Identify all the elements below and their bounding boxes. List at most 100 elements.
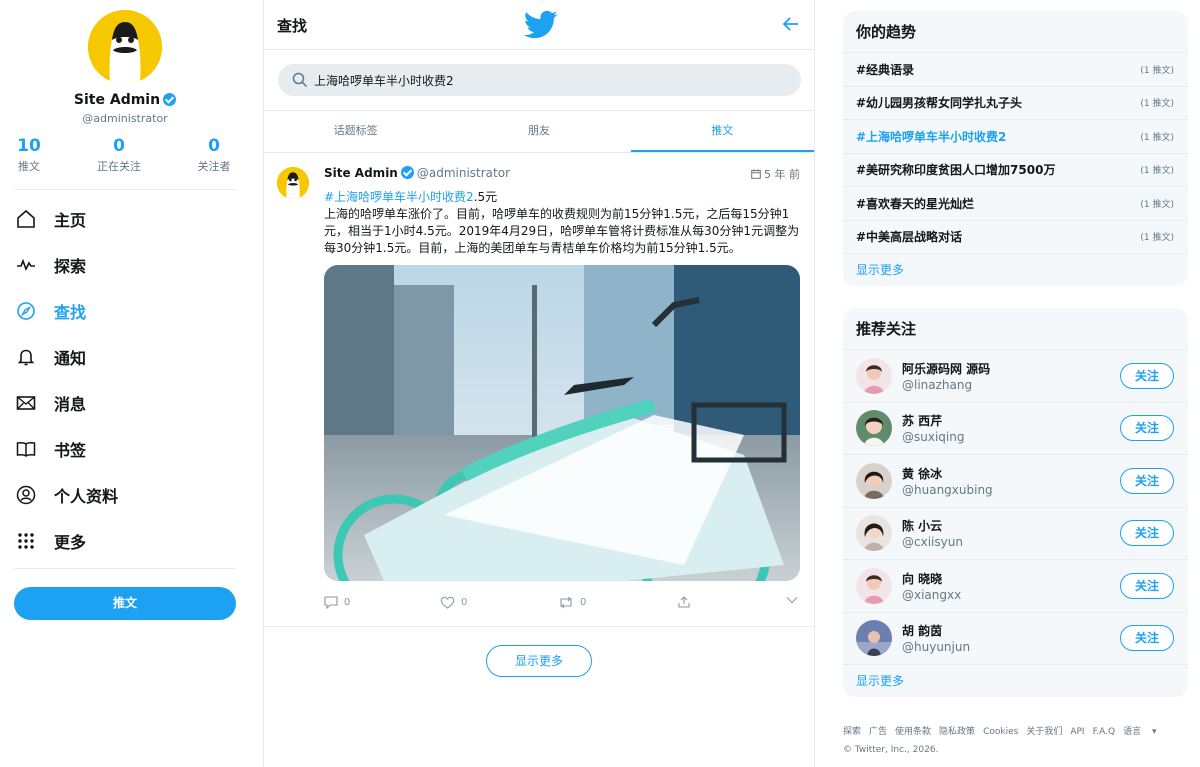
footer-link[interactable]: 探索 <box>843 727 861 737</box>
trend-item[interactable]: #美研究称印度贫困人口增加7500万 (1 推文) <box>843 154 1188 187</box>
follow-name[interactable]: 向 晓晓 <box>902 570 1120 587</box>
stat-following[interactable]: 0 正在关注 <box>89 136 149 174</box>
avatar[interactable] <box>856 620 892 657</box>
footer-link[interactable]: API <box>1070 727 1084 737</box>
profile-name[interactable]: Site Admin <box>0 92 250 108</box>
tweet-hashtag-link[interactable]: #上海哈啰单车半小时收费2 <box>324 190 474 204</box>
nav-item-messages[interactable]: 消息 <box>14 380 236 426</box>
retweet-button[interactable]: 0 <box>558 596 586 609</box>
avatar[interactable] <box>856 410 892 447</box>
trend-item[interactable]: #幼儿园男孩帮女同学扎丸子头 (1 推文) <box>843 87 1188 120</box>
follow-button[interactable]: 关注 <box>1120 572 1174 599</box>
nav-label: 探索 <box>54 257 87 276</box>
follow-button[interactable]: 关注 <box>1120 625 1174 652</box>
trend-item[interactable]: #上海哈啰单车半小时收费2 (1 推文) <box>843 120 1188 154</box>
tab-friends[interactable]: 朋友 <box>447 111 630 152</box>
trend-item[interactable]: #经典语录 (1 推文) <box>843 53 1188 87</box>
nav-item-search[interactable]: 查找 <box>14 288 236 334</box>
retweet-icon <box>560 596 572 609</box>
trends-show-more-link[interactable]: 显示更多 <box>843 254 1188 286</box>
tweet-text: #上海哈啰单车半小时收费2.5元 上海的哈啰单车涨价了。目前，哈啰单车的收费规则… <box>324 189 800 257</box>
nav-label: 更多 <box>54 533 87 552</box>
tweet-image[interactable] <box>324 265 800 581</box>
stat-tweets[interactable]: 10 推文 <box>0 136 59 174</box>
nav-label: 通知 <box>54 349 87 368</box>
nav-item-more[interactable]: 更多 <box>14 518 236 564</box>
trend-name: #经典语录 <box>856 62 915 77</box>
nav-label: 书签 <box>54 441 87 460</box>
footer-link[interactable]: 隐私政策 <box>939 727 975 737</box>
follow-button[interactable]: 关注 <box>1120 520 1174 547</box>
nav-item-notifications[interactable]: 通知 <box>14 334 236 380</box>
trend-count: (1 推文) <box>1140 99 1174 110</box>
footer-link[interactable]: 使用条款 <box>895 727 931 737</box>
stat-followers[interactable]: 0 关注者 <box>184 136 244 174</box>
left-sidebar: Site Admin @administrator 10 推文 0 正在关注 0… <box>0 0 264 767</box>
follow-show-more-link[interactable]: 显示更多 <box>843 665 1188 697</box>
back-arrow-icon[interactable] <box>782 15 800 37</box>
avatar[interactable] <box>88 10 162 84</box>
avatar[interactable] <box>856 357 892 394</box>
nav-item-explore[interactable]: 探索 <box>14 242 236 288</box>
trends-title: 你的趋势 <box>843 11 1188 53</box>
trend-item[interactable]: #中美高层战略对话 (1 推文) <box>843 221 1188 254</box>
tweet-avatar[interactable] <box>277 167 309 199</box>
calendar-icon <box>751 169 761 179</box>
verified-icon <box>163 93 177 106</box>
follow-handle: @huyunjun <box>902 640 971 655</box>
follow-button[interactable]: 关注 <box>1120 415 1174 442</box>
bell-icon <box>14 345 38 369</box>
follow-name[interactable]: 胡 韵茵 <box>902 622 1120 639</box>
user-circle-icon <box>14 483 38 507</box>
mail-icon <box>14 391 38 415</box>
follow-button[interactable]: 关注 <box>1120 362 1174 389</box>
footer-link[interactable]: F.A.Q <box>1093 727 1116 737</box>
share-icon <box>678 596 690 608</box>
nav-item-home[interactable]: 主页 <box>14 196 236 242</box>
tweet-button[interactable]: 推文 <box>14 587 236 620</box>
trend-count: (1 推文) <box>1140 199 1174 210</box>
activity-icon <box>14 253 38 277</box>
avatar[interactable] <box>856 515 892 552</box>
follow-handle: @suxiqing <box>902 430 965 445</box>
avatar[interactable] <box>856 462 892 499</box>
trend-item[interactable]: #喜欢春天的星光灿烂 (1 推文) <box>843 187 1188 221</box>
language-dropdown[interactable]: 语言 ▾ <box>1123 727 1164 737</box>
caret-down-icon: ▾ <box>1152 727 1157 737</box>
twitter-bird-icon[interactable] <box>524 10 558 44</box>
footer-link[interactable]: 广告 <box>869 727 887 737</box>
tab-tweets[interactable]: 推文 <box>630 111 814 152</box>
like-button[interactable]: 0 <box>440 596 467 609</box>
follow-name[interactable]: 陈 小云 <box>902 517 1120 534</box>
search-input[interactable] <box>314 64 784 96</box>
footer-link[interactable]: Cookies <box>983 727 1018 737</box>
nav-item-profile[interactable]: 个人资料 <box>14 472 236 518</box>
footer-link[interactable]: 关于我们 <box>1026 727 1062 737</box>
search-box <box>278 64 801 96</box>
divider <box>14 568 236 569</box>
tweet-menu-button[interactable] <box>786 596 804 604</box>
footer-link: 语言 <box>1123 727 1142 737</box>
stat-label: 关注者 <box>197 160 231 173</box>
chevron-down-icon <box>786 597 798 604</box>
follow-name[interactable]: 阿乐源码网 源码 <box>902 360 1120 377</box>
nav-label: 查找 <box>54 303 87 322</box>
follow-suggestion: 苏 西芹 @suxiqing 关注 <box>843 403 1188 455</box>
stat-value: 10 <box>17 136 41 156</box>
avatar[interactable] <box>856 567 892 604</box>
tweet-author[interactable]: Site Admin @administrator <box>324 166 510 180</box>
nav-item-bookmarks[interactable]: 书签 <box>14 426 236 472</box>
reply-button[interactable]: 0 <box>324 596 350 609</box>
follow-name[interactable]: 苏 西芹 <box>902 412 1120 429</box>
share-button[interactable] <box>678 596 696 608</box>
grid-dots-icon <box>14 529 38 553</box>
trend-count: (1 推文) <box>1140 65 1174 76</box>
follow-button[interactable]: 关注 <box>1120 467 1174 494</box>
follow-name[interactable]: 黄 徐冰 <box>902 465 1120 482</box>
trend-name: #喜欢春天的星光灿烂 <box>856 196 975 211</box>
search-icon <box>292 72 308 92</box>
show-more-button[interactable]: 显示更多 <box>486 645 592 677</box>
tab-hashtags[interactable]: 话题标签 <box>264 111 447 152</box>
profile-stats: 10 推文 0 正在关注 0 关注者 <box>14 136 236 176</box>
like-count: 0 <box>461 597 468 608</box>
